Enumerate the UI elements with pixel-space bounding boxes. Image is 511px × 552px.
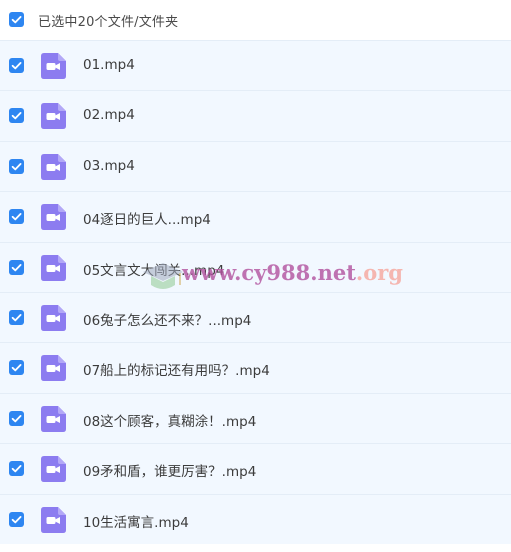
file-checkbox[interactable] <box>9 108 24 124</box>
selection-count-label: 已选中20个文件/文件夹 <box>38 15 179 30</box>
checkmark-icon <box>11 465 22 473</box>
checkmark-icon <box>11 263 22 271</box>
video-file-icon <box>41 355 66 382</box>
file-row[interactable]: 06兔子怎么还不来？...mp4 <box>0 291 511 343</box>
file-row[interactable]: 10生活寓言.mp4 <box>0 493 511 544</box>
file-selection-panel: 已选中20个文件/文件夹 01.mp4 02.mp4 03.mp4 04逐日的巨人..… <box>0 0 511 552</box>
file-row[interactable]: 05文言文大闯关...mp4 <box>0 241 511 292</box>
checkmark-icon <box>11 414 22 423</box>
file-checkbox[interactable] <box>9 511 24 527</box>
file-name: 08这个顾客，真糊涂！.mp4 <box>83 413 257 430</box>
video-file-icon <box>41 304 66 331</box>
checkmark-icon <box>11 364 22 372</box>
file-checkbox[interactable] <box>9 309 24 325</box>
checkmark-icon <box>11 162 22 171</box>
file-checkbox[interactable] <box>9 158 24 174</box>
checkmark-icon <box>11 15 22 24</box>
file-list: 01.mp4 02.mp4 03.mp4 04逐日的巨人...mp4 05文言文大闯关.… <box>0 40 511 544</box>
file-checkbox[interactable] <box>9 58 24 73</box>
file-name: 10生活寓言.mp4 <box>83 514 189 531</box>
checkmark-icon <box>11 313 22 322</box>
checkmark-icon <box>11 515 22 523</box>
video-file-icon <box>41 53 66 79</box>
file-row[interactable]: 04逐日的巨人...mp4 <box>0 191 511 242</box>
file-row[interactable]: 03.mp4 <box>0 140 511 192</box>
checkmark-icon <box>11 62 22 70</box>
select-all-checkbox[interactable] <box>9 12 24 27</box>
file-checkbox[interactable] <box>9 410 24 426</box>
video-file-icon <box>41 204 66 231</box>
selection-header: 已选中20个文件/文件夹 <box>0 0 511 40</box>
checkmark-icon <box>11 213 22 221</box>
video-file-icon <box>41 506 66 533</box>
file-checkbox[interactable] <box>9 461 24 477</box>
file-name: 01.mp4 <box>83 57 135 73</box>
file-name: 05文言文大闯关...mp4 <box>83 262 225 279</box>
file-name: 06兔子怎么还不来？...mp4 <box>83 312 252 329</box>
file-row[interactable]: 09矛和盾，谁更厉害？.mp4 <box>0 443 511 494</box>
file-name: 03.mp4 <box>83 157 135 174</box>
video-file-icon <box>41 254 66 281</box>
file-row[interactable]: 08这个顾客，真糊涂！.mp4 <box>0 392 511 444</box>
file-checkbox[interactable] <box>9 209 24 225</box>
video-file-icon <box>41 103 66 130</box>
file-name: 02.mp4 <box>83 107 135 124</box>
file-row[interactable]: 01.mp4 <box>0 40 511 91</box>
file-name: 07船上的标记还有用吗？.mp4 <box>83 363 270 380</box>
file-checkbox[interactable] <box>9 360 24 376</box>
file-name: 04逐日的巨人...mp4 <box>83 212 211 229</box>
file-name: 09矛和盾，谁更厉害？.mp4 <box>83 464 257 481</box>
file-row[interactable]: 07船上的标记还有用吗？.mp4 <box>0 342 511 393</box>
video-file-icon <box>41 153 66 180</box>
file-row[interactable]: 02.mp4 <box>0 90 511 141</box>
file-checkbox[interactable] <box>9 259 24 275</box>
video-file-icon <box>41 405 66 432</box>
video-file-icon <box>41 456 66 483</box>
checkmark-icon <box>11 112 22 120</box>
